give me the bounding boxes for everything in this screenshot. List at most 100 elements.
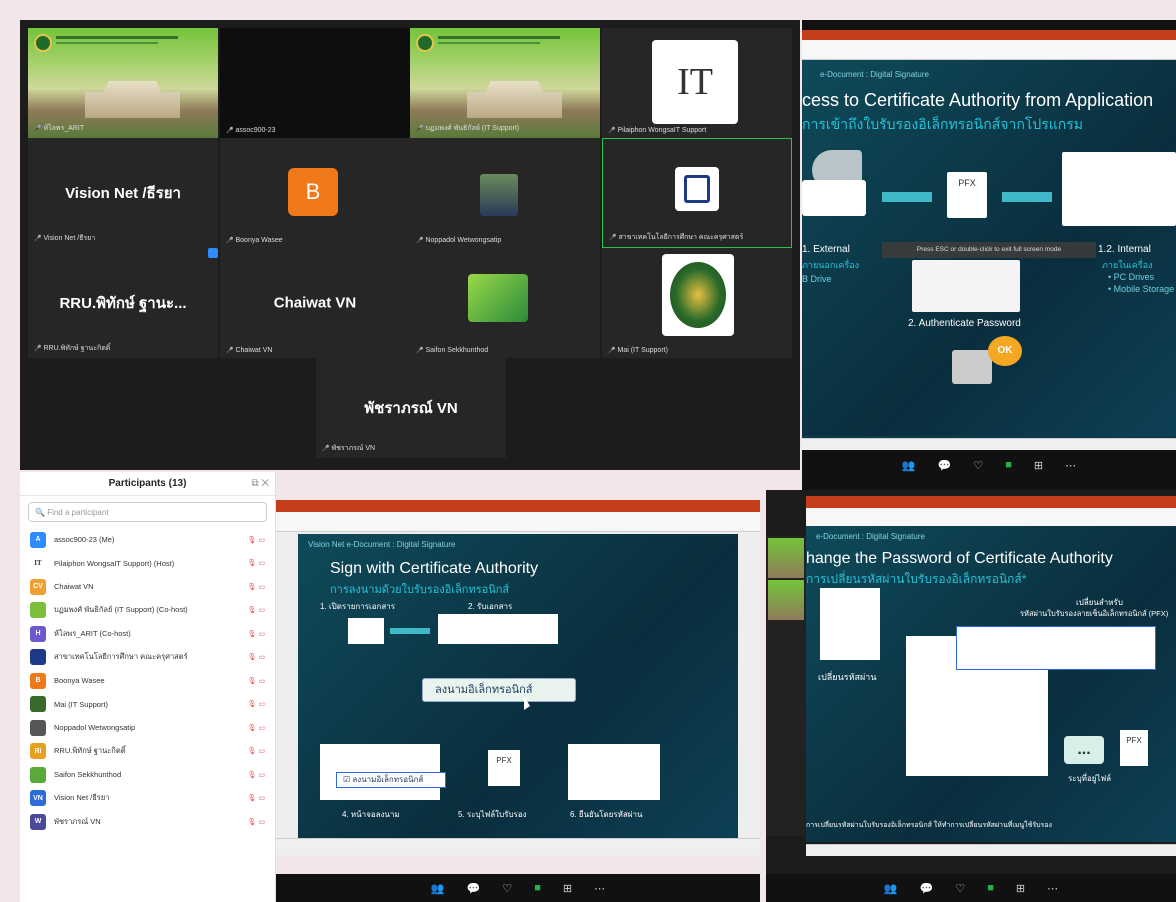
close-icon[interactable]: ⧉ ✕	[251, 478, 269, 489]
participant-row[interactable]: H ห้ไลพร_ARIT (Co-host) 🎙 ▭	[20, 622, 275, 646]
participant-row[interactable]: CV Chaiwat VN 🎙 ▭	[20, 575, 275, 599]
sign-button[interactable]: ลงนามอิเล็กทรอนิกส์	[422, 678, 576, 702]
arrow-left	[1002, 192, 1052, 202]
apps-icon[interactable]: ⊞	[563, 882, 572, 895]
video-tile-boonya[interactable]: B Boonya Wasee	[220, 138, 410, 248]
slide-subtitle: e-Document : Digital Signature	[820, 70, 929, 79]
participant-name: assoc900-23 (Me)	[54, 535, 115, 545]
zoom-toolbar-bottom-right: 👥 💬 ♡ ■ ⊞ ⋯	[766, 874, 1176, 902]
video-tile-patcharaporn[interactable]: พัชราภรณ์ VN พัชราภรณ์ VN	[316, 358, 506, 458]
more-icon[interactable]: ⋯	[1047, 882, 1058, 895]
participant-name: Vision Net /ธีรยา	[34, 233, 95, 244]
profile-photo	[468, 274, 528, 322]
video-tile-arit[interactable]: ห้ไลพร_ARIT	[28, 28, 218, 138]
more-icon[interactable]: ⋯	[1065, 459, 1076, 472]
dots-button[interactable]: ...	[1064, 736, 1104, 764]
participants-icon[interactable]: 👥	[884, 882, 898, 895]
video-tile-pilaiphon[interactable]: IT Pilaiphon WongsaIT Support	[602, 28, 792, 138]
mic-muted-icon[interactable]: 🎙 ▭	[248, 630, 265, 638]
react-icon[interactable]: ♡	[502, 882, 512, 895]
participants-title: Participants (13)	[108, 478, 187, 489]
step1-label: 1. เปิดรายการเอกสาร	[320, 602, 396, 611]
external-label: 1. External	[802, 244, 850, 255]
chat-icon[interactable]: 💬	[938, 459, 952, 472]
tile-display-name: Vision Net /ธีรยา	[65, 185, 181, 202]
document-list	[438, 614, 558, 644]
video-tile-rru[interactable]: RRU.พิทักษ์ ฐานะ... RRU.พิทักษ์ ฐานะกิตต…	[28, 248, 218, 358]
participant-name: สาขาเทคโนโลยีการศึกษา คณะครุศาสตร์	[54, 652, 188, 662]
apps-icon[interactable]: ⊞	[1034, 459, 1043, 472]
slide-title: Sign with Certificate Authority	[330, 560, 539, 577]
participant-row[interactable]: Mai (IT Support) 🎙 ▭	[20, 693, 275, 717]
slide-thai-title: การเข้าถึงใบรับรองอิเล็กทรอนิกส์จากโปรแก…	[802, 116, 1083, 132]
share-icon[interactable]: ■	[987, 882, 994, 894]
video-tile-saifon[interactable]: Saifon Sekkhunthod	[410, 248, 600, 358]
react-icon[interactable]: ♡	[955, 882, 965, 895]
chat-icon[interactable]: 💬	[467, 882, 481, 895]
participant-row[interactable]: IT Pilaiphon WongsaIT Support) (Host) 🎙 ▭	[20, 552, 275, 576]
chat-icon[interactable]: 💬	[920, 882, 934, 895]
participant-name: Boonya Wasee	[54, 676, 105, 686]
profile-photo	[480, 174, 518, 216]
cursor-icon	[524, 696, 530, 710]
pc-drives: • PC Drives	[1108, 272, 1155, 282]
menu-popup	[820, 588, 880, 660]
video-tile-chaiwat[interactable]: Chaiwat VN Chaiwat VN	[220, 248, 410, 358]
ppt-statusbar	[802, 438, 1176, 450]
sign-checkbox[interactable]: ☑ ลงนามอิเล็กทรอนิกส์	[336, 772, 446, 788]
participant-row[interactable]: บฏมพงศ์ พันธิกัลย์ (IT Support) (Co-host…	[20, 599, 275, 623]
external-thai: ภายนอกเครื่อง	[802, 260, 859, 270]
video-tile-itsupport[interactable]: บฏมพงศ์ พันธิกัลย์ (IT Support)	[410, 28, 600, 138]
mic-muted-icon[interactable]: 🎙 ▭	[248, 794, 265, 802]
react-icon[interactable]: ♡	[973, 459, 983, 472]
avatar: IT	[30, 555, 46, 572]
avatar: B	[30, 672, 46, 689]
mic-muted-icon[interactable]: 🎙 ▭	[248, 677, 265, 685]
search-input[interactable]: 🔍 Find a participant	[28, 502, 267, 522]
mic-muted-icon[interactable]: 🎙 ▭	[248, 559, 265, 567]
arrow-right	[882, 192, 932, 202]
video-tile-visionnet[interactable]: Vision Net /ธีรยา Vision Net /ธีรยา	[28, 138, 218, 248]
mic-muted-icon[interactable]: 🎙 ▭	[248, 583, 265, 591]
participant-row[interactable]: VN Vision Net /ธีรยา 🎙 ▭	[20, 787, 275, 811]
mic-muted-icon[interactable]: 🎙 ▭	[248, 606, 265, 614]
participant-name: Pilaiphon WongsaIT Support	[608, 127, 706, 134]
thumb-strip	[766, 536, 806, 836]
participant-row[interactable]: Ri RRU.พิทักษ์ ฐานะกิตติ์ 🎙 ▭	[20, 740, 275, 764]
mic-muted-icon[interactable]: 🎙 ▭	[248, 536, 265, 544]
participants-icon[interactable]: 👥	[431, 882, 445, 895]
participant-name: บฏมพงศ์ พันธิกัลย์ (IT Support) (Co-host…	[54, 605, 188, 615]
mic-muted-icon[interactable]: 🎙 ▭	[248, 818, 265, 826]
video-tile-noppadol[interactable]: Noppadol Wetwongsatip	[410, 138, 600, 248]
password-dialog	[912, 260, 1020, 312]
mic-muted-icon[interactable]: 🎙 ▭	[248, 700, 265, 708]
share-icon[interactable]: ■	[534, 882, 541, 894]
share-icon[interactable]: ■	[1005, 459, 1012, 471]
participant-row[interactable]: W พัชราภรณ์ VN 🎙 ▭	[20, 810, 275, 834]
participant-row[interactable]: Aassoc900-23 (Me) 🎙 ▭	[20, 528, 275, 552]
participant-row[interactable]: Noppadol Wetwongsatip 🎙 ▭	[20, 716, 275, 740]
participant-name: พัชราภรณ์ VN	[54, 816, 101, 826]
label2: รหัสผ่านใบรับรองลายเซ็นอิเล็กทรอนิกส์ (P…	[1020, 609, 1169, 618]
more-icon[interactable]: ⋯	[594, 882, 605, 895]
video-tile-mai[interactable]: Mai (IT Support)	[602, 248, 792, 358]
pfx-icon: PFX	[1120, 730, 1148, 766]
mic-muted-icon[interactable]: 🎙 ▭	[248, 747, 265, 755]
envelope-icon	[348, 618, 384, 644]
shared-screen-left: Vision Net e-Document : Digital Signatur…	[276, 500, 760, 856]
video-tile-edtech[interactable]: สาขาเทคโนโลยีการศึกษา คณะครุศาสตร์	[602, 138, 792, 248]
mic-muted-icon[interactable]: 🎙 ▭	[248, 771, 265, 779]
participant-row[interactable]: สาขาเทคโนโลยีการศึกษา คณะครุศาสตร์ 🎙 ▭	[20, 646, 275, 670]
mic-muted-icon[interactable]: 🎙 ▭	[248, 653, 265, 661]
participant-name: พัชราภรณ์ VN	[322, 443, 375, 454]
participants-panel: Participants (13) ⧉ ✕ 🔍 Find a participan…	[20, 472, 276, 902]
video-tile-assoc[interactable]: assoc900-23	[220, 28, 410, 138]
mobile-storage: • Mobile Storage	[1108, 284, 1175, 294]
participants-icon[interactable]: 👥	[902, 459, 916, 472]
participant-row[interactable]: Saifon Sekkhunthod 🎙 ▭	[20, 763, 275, 787]
mic-muted-icon[interactable]: 🎙 ▭	[248, 724, 265, 732]
slide-title: hange the Password of Certificate Author…	[806, 550, 1113, 567]
participant-row[interactable]: B Boonya Wasee 🎙 ▭	[20, 669, 275, 693]
apps-icon[interactable]: ⊞	[1016, 882, 1025, 895]
step5-label: 5. ระบุไฟล์ใบรับรอง	[458, 810, 527, 819]
